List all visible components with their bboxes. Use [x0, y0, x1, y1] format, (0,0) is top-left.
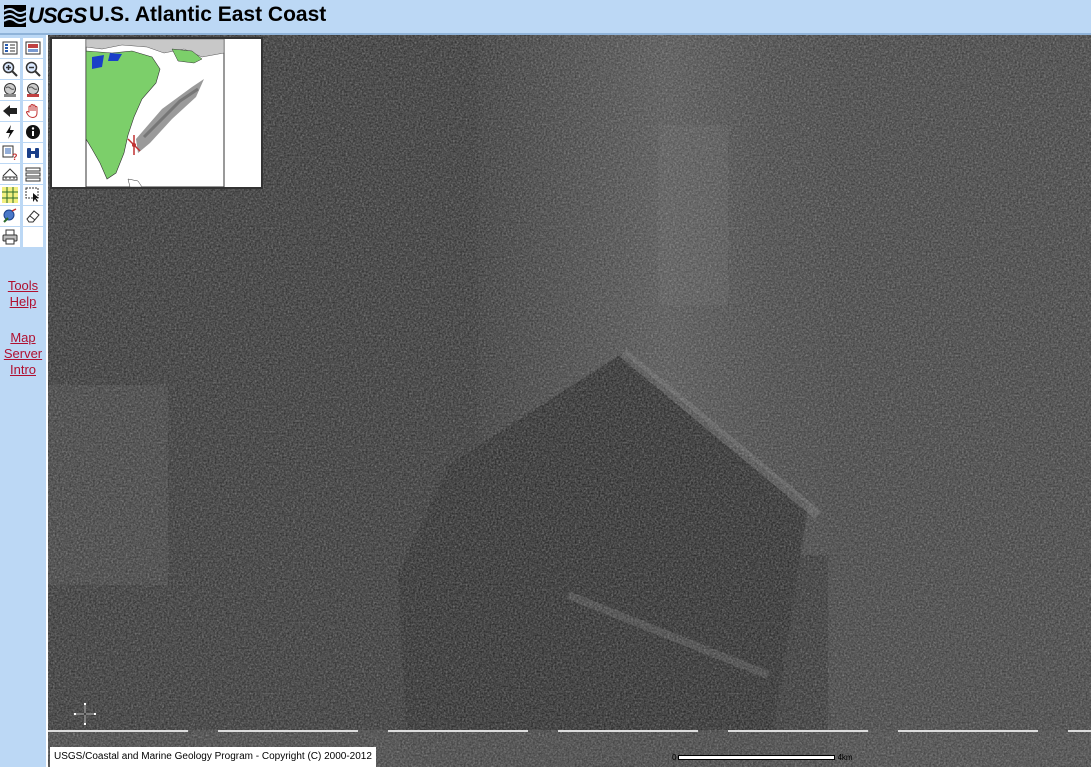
scale-start-label: 0	[672, 752, 677, 762]
map-intro-line-1: Map	[10, 330, 36, 345]
binoculars-icon	[27, 148, 39, 158]
tool-grid: ?	[0, 38, 45, 247]
back-arrow-icon	[3, 105, 17, 117]
measure-button[interactable]	[0, 164, 20, 184]
select-shape-icon	[3, 208, 17, 223]
tools-help-link[interactable]: Tools Help	[0, 278, 46, 310]
set-units-button[interactable]	[23, 164, 43, 184]
zoom-in-icon	[2, 61, 18, 77]
copyright-notice: USGS/Coastal and Marine Geology Program …	[50, 747, 376, 767]
usgs-wave-icon	[4, 5, 26, 27]
pan-button[interactable]	[23, 101, 43, 121]
scale-end-label: 4km	[837, 752, 853, 762]
tools-help-line-1: Tools	[7, 278, 39, 293]
clear-selection-button[interactable]	[23, 206, 43, 226]
globe-icon	[4, 83, 16, 97]
zoom-full-button[interactable]	[0, 80, 20, 100]
tool-sidebar: ? Tools Help Map Server Intro	[0, 35, 46, 767]
zoom-in-button[interactable]	[0, 59, 20, 79]
hyperlink-button[interactable]	[0, 122, 20, 142]
measure-icon	[2, 168, 18, 181]
svg-text:?: ?	[12, 152, 18, 161]
zoom-out-button[interactable]	[23, 59, 43, 79]
find-button[interactable]	[23, 143, 43, 163]
query-button[interactable]: ?	[0, 143, 20, 163]
scale-bar-graphic	[678, 754, 836, 760]
help-links: Tools Help Map Server Intro	[0, 278, 46, 378]
hand-icon	[25, 103, 38, 119]
query-icon: ?	[2, 145, 18, 161]
legend-icon	[2, 41, 18, 55]
map-view[interactable]: USGS/Coastal and Marine Geology Program …	[48, 35, 1091, 767]
page-title: U.S. Atlantic East Coast	[89, 3, 327, 26]
select-line-icon	[25, 187, 39, 202]
identify-button[interactable]	[23, 122, 43, 142]
map-server-intro-link[interactable]: Map Server Intro	[0, 330, 46, 378]
eraser-icon	[26, 210, 40, 223]
logo-text: USGS	[28, 3, 87, 28]
app-header: USGS U.S. Atlantic East Coast	[0, 0, 1091, 35]
map-intro-line-3: Intro	[9, 362, 36, 377]
zoom-active-button[interactable]	[23, 80, 43, 100]
select-line-button[interactable]	[23, 185, 43, 205]
overview-map[interactable]	[50, 37, 263, 189]
toggle-legend-button[interactable]	[0, 38, 20, 58]
printer-icon	[2, 229, 18, 245]
print-button[interactable]	[0, 227, 20, 247]
scale-bar: 0 4km	[672, 751, 853, 763]
tools-help-line-2: Help	[9, 294, 37, 309]
zoom-previous-button[interactable]	[0, 101, 20, 121]
units-icon	[25, 167, 41, 182]
empty-tool-slot	[23, 227, 43, 247]
lightning-icon	[6, 125, 14, 139]
toggle-layers-button[interactable]	[23, 38, 43, 58]
zoom-out-icon	[25, 61, 41, 77]
layers-icon	[25, 41, 41, 55]
crosshair-cursor-icon	[74, 703, 96, 725]
select-grid-icon	[2, 187, 18, 203]
map-intro-line-2: Server	[3, 346, 43, 361]
info-icon	[26, 125, 40, 139]
usgs-logo[interactable]: USGS	[4, 3, 87, 28]
globe-layer-icon	[27, 83, 39, 97]
east-coast-locator-map	[52, 38, 261, 188]
select-by-shape-button[interactable]	[0, 206, 20, 226]
select-rectangle-button[interactable]	[0, 185, 20, 205]
